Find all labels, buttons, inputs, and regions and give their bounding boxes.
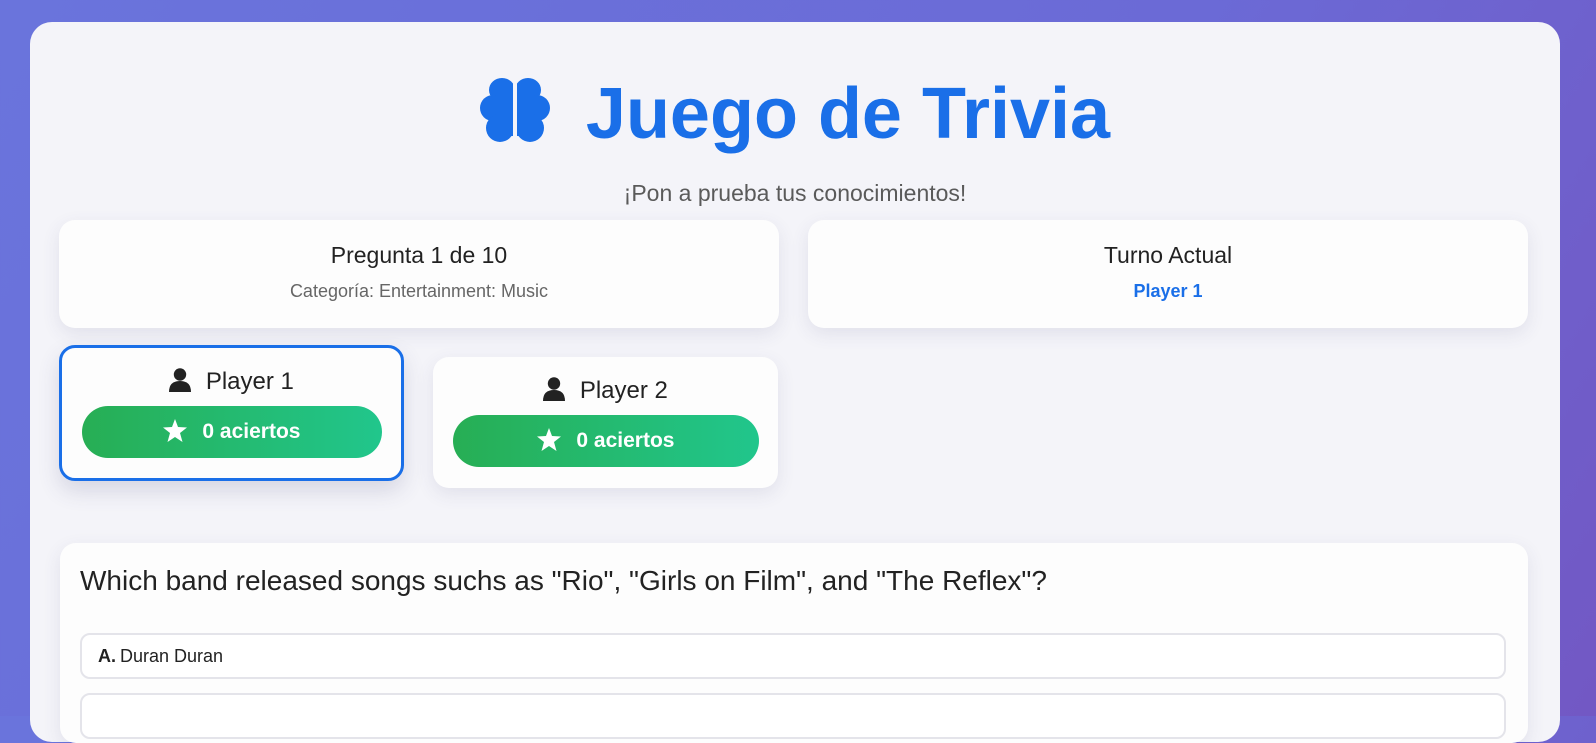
player-card-2: Player 2 0 aciertos — [433, 357, 778, 488]
option-letter: A. — [98, 646, 116, 666]
player-name: Player 2 — [433, 377, 778, 405]
star-icon — [536, 428, 577, 452]
star-icon — [162, 419, 203, 443]
answer-option-a[interactable]: A. Duran Duran — [80, 633, 1506, 679]
option-text: Duran Duran — [120, 646, 224, 666]
page-subtitle: ¡Pon a prueba tus conocimientos! — [623, 180, 967, 206]
turn-label: Turno Actual — [1103, 242, 1233, 268]
question-text: Which band released songs suchs as "Rio"… — [80, 565, 1047, 596]
question-progress-card: Pregunta 1 de 10 Categoría: Entertainmen… — [59, 220, 779, 328]
score-badge: 0 aciertos — [81, 406, 382, 458]
brain-icon — [479, 74, 586, 154]
current-turn-card: Turno Actual Player 1 — [808, 220, 1528, 328]
answer-option-b[interactable] — [80, 693, 1506, 739]
turn-player: Player 1 — [1133, 281, 1203, 301]
question-progress: Pregunta 1 de 10 — [330, 242, 508, 268]
title-text: Juego de Trivia — [585, 74, 1111, 154]
question-card: Which band released songs suchs as "Rio"… — [60, 543, 1528, 743]
page-title: Juego de Trivia — [30, 74, 1560, 154]
user-icon — [543, 377, 580, 404]
player-name: Player 1 — [62, 368, 401, 396]
user-icon — [169, 368, 206, 395]
score-badge: 0 aciertos — [452, 415, 759, 467]
player-card-1: Player 1 0 aciertos — [59, 345, 404, 481]
question-category: Categoría: Entertainment: Music — [289, 281, 549, 301]
